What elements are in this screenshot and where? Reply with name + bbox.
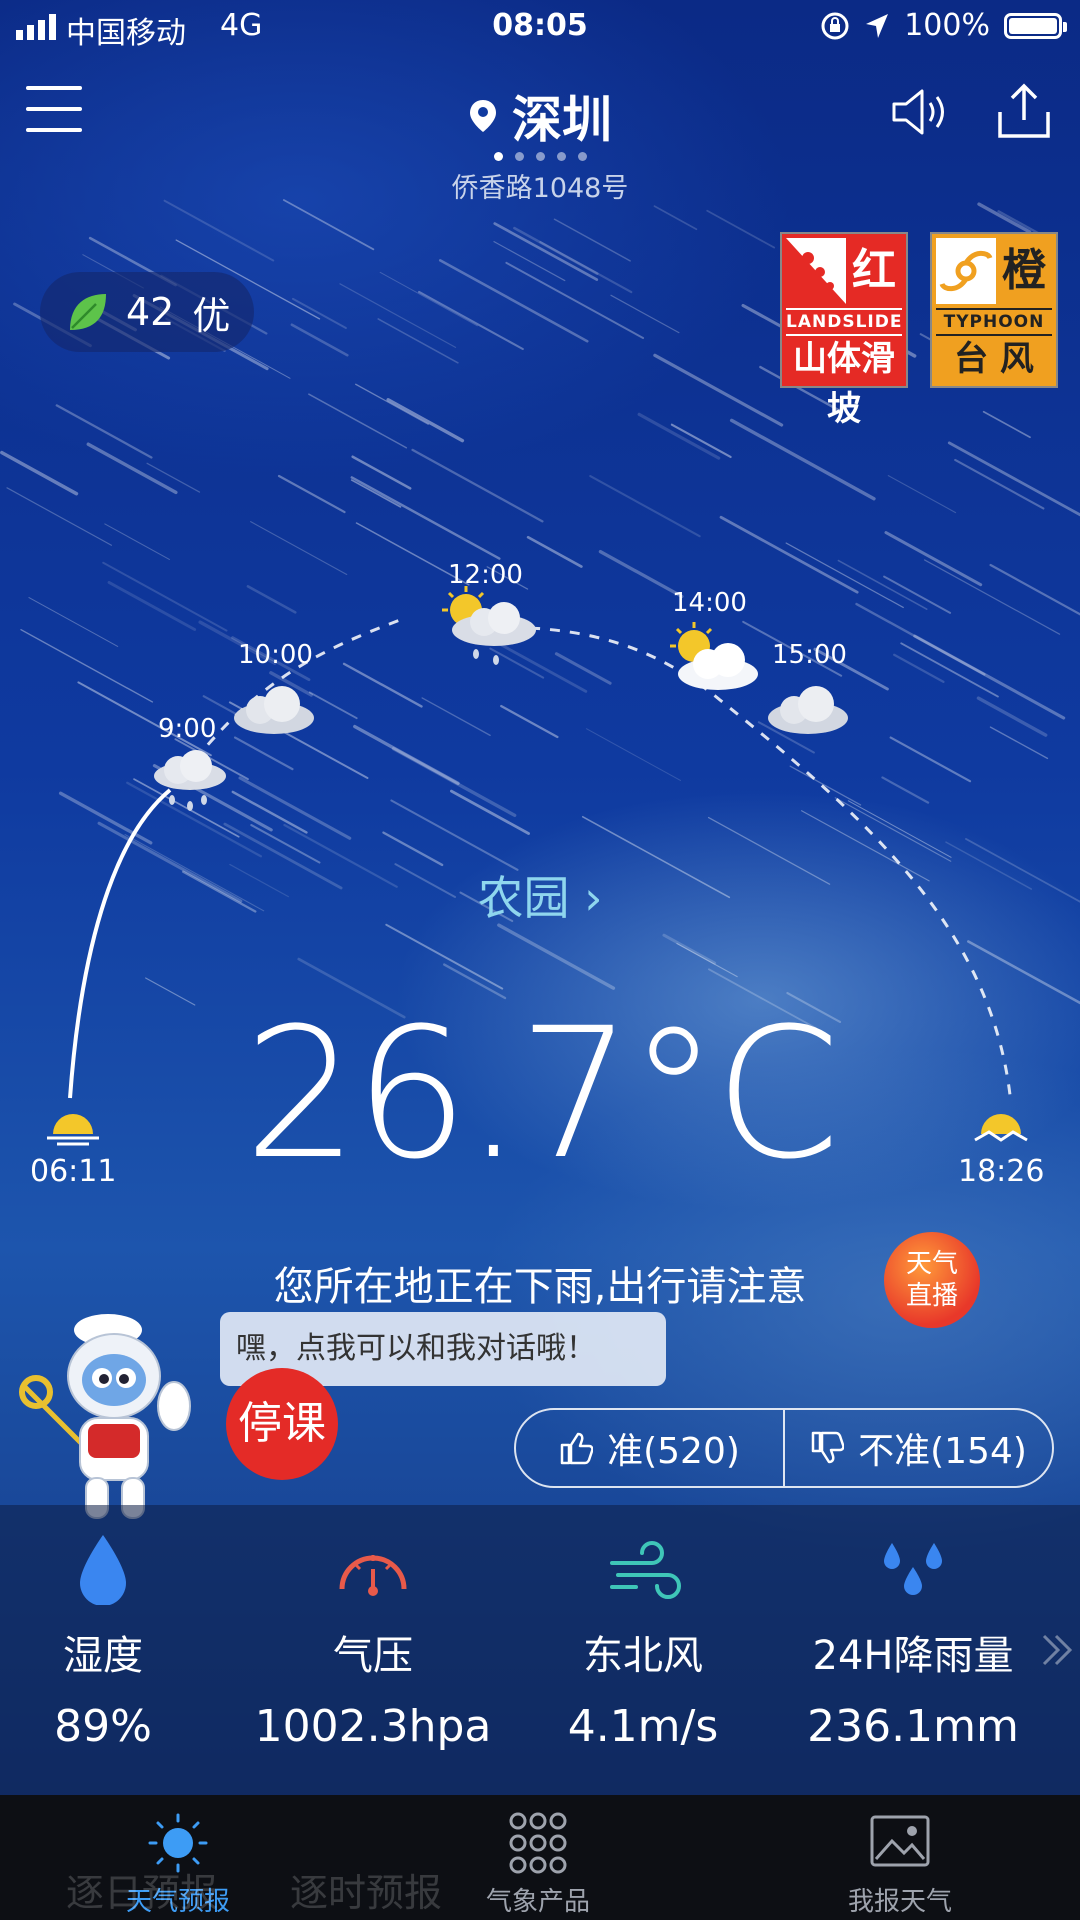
stat-label: 气压 <box>333 1633 413 1679</box>
sunset-info: 18:26 <box>958 1110 1044 1189</box>
ghost-tab-hourly: 逐时预报 <box>290 1871 443 1915</box>
grid-icon <box>509 1812 567 1874</box>
tab-weather-products[interactable]: 气象产品 <box>438 1795 638 1920</box>
tab-label: 我报天气 <box>847 1887 952 1917</box>
image-icon <box>870 1815 930 1867</box>
stat-label: 东北风 <box>583 1633 703 1679</box>
raindrops-icon <box>884 1543 942 1595</box>
pressure-stat: 气压 1002.3hpa <box>238 1505 508 1795</box>
accurate-button[interactable]: 准(520) <box>516 1410 785 1486</box>
accurate-count: 准(520) <box>607 1431 740 1472</box>
sunrise-time: 06:11 <box>30 1154 117 1189</box>
cloud-rain-icon <box>154 750 226 811</box>
station-name: 农园 <box>477 871 570 925</box>
stat-label: 湿度 <box>63 1633 143 1679</box>
live-line1: 天气 <box>905 1249 958 1279</box>
sun-cloud-icon <box>670 622 758 690</box>
sunrise-icon <box>47 1114 100 1146</box>
class-suspension-button[interactable]: 停课 <box>226 1368 338 1480</box>
chevron-right-icon[interactable] <box>1040 1630 1076 1670</box>
hour-label: 9:00 <box>158 714 217 744</box>
ghost-tab-daily: 逐日预报 <box>66 1871 219 1915</box>
station-link[interactable]: 农园 › <box>0 862 1080 928</box>
rainfall-stat: 24H降雨量 236.1mm <box>778 1505 1048 1795</box>
live-line2: 直播 <box>905 1281 958 1311</box>
weather-live-button[interactable]: 天气 直播 <box>884 1232 980 1328</box>
weather-stats-panel[interactable]: 湿度 89% 气压 1002.3hpa 东北风 4.1m/s 24H降雨量 23… <box>0 1505 1080 1795</box>
inaccurate-count: 不准(154) <box>858 1431 1027 1472</box>
sunrise-info: 06:11 <box>30 1110 116 1189</box>
sunset-time: 18:26 <box>958 1154 1045 1189</box>
forecast-vote: 准(520) 不准(154) <box>514 1408 1054 1488</box>
sun-cloud-rain-icon <box>442 586 536 665</box>
thumbs-down-icon <box>811 1431 845 1464</box>
chevron-right-icon: › <box>584 871 603 925</box>
tab-label: 气象产品 <box>485 1887 590 1917</box>
hour-label: 10:00 <box>238 640 313 670</box>
mascot-icon[interactable] <box>14 1306 214 1526</box>
current-temperature: 26.7°C <box>243 990 840 1199</box>
thumbs-up-icon <box>560 1432 594 1465</box>
stat-value: 236.1mm <box>807 1701 1019 1752</box>
humidity-stat: 湿度 89% <box>0 1505 238 1795</box>
stat-label: 24H降雨量 <box>812 1633 1014 1679</box>
sunset-icon <box>974 1114 1028 1142</box>
cloud-icon <box>768 686 848 734</box>
stat-value: 1002.3hpa <box>254 1701 492 1752</box>
tab-report-weather[interactable]: 我报天气 <box>800 1795 1000 1920</box>
hour-label: 15:00 <box>772 640 847 670</box>
hour-label: 14:00 <box>672 588 747 618</box>
wind-stat: 东北风 4.1m/s <box>508 1505 778 1795</box>
stat-value: 4.1m/s <box>567 1701 719 1752</box>
water-drop-icon <box>80 1535 126 1605</box>
inaccurate-button[interactable]: 不准(154) <box>785 1410 1052 1486</box>
gauge-icon <box>339 1555 407 1596</box>
cloud-icon <box>234 686 314 734</box>
stat-value: 89% <box>54 1701 152 1752</box>
wind-icon <box>610 1541 681 1599</box>
sun-path-arc <box>68 618 1012 1099</box>
